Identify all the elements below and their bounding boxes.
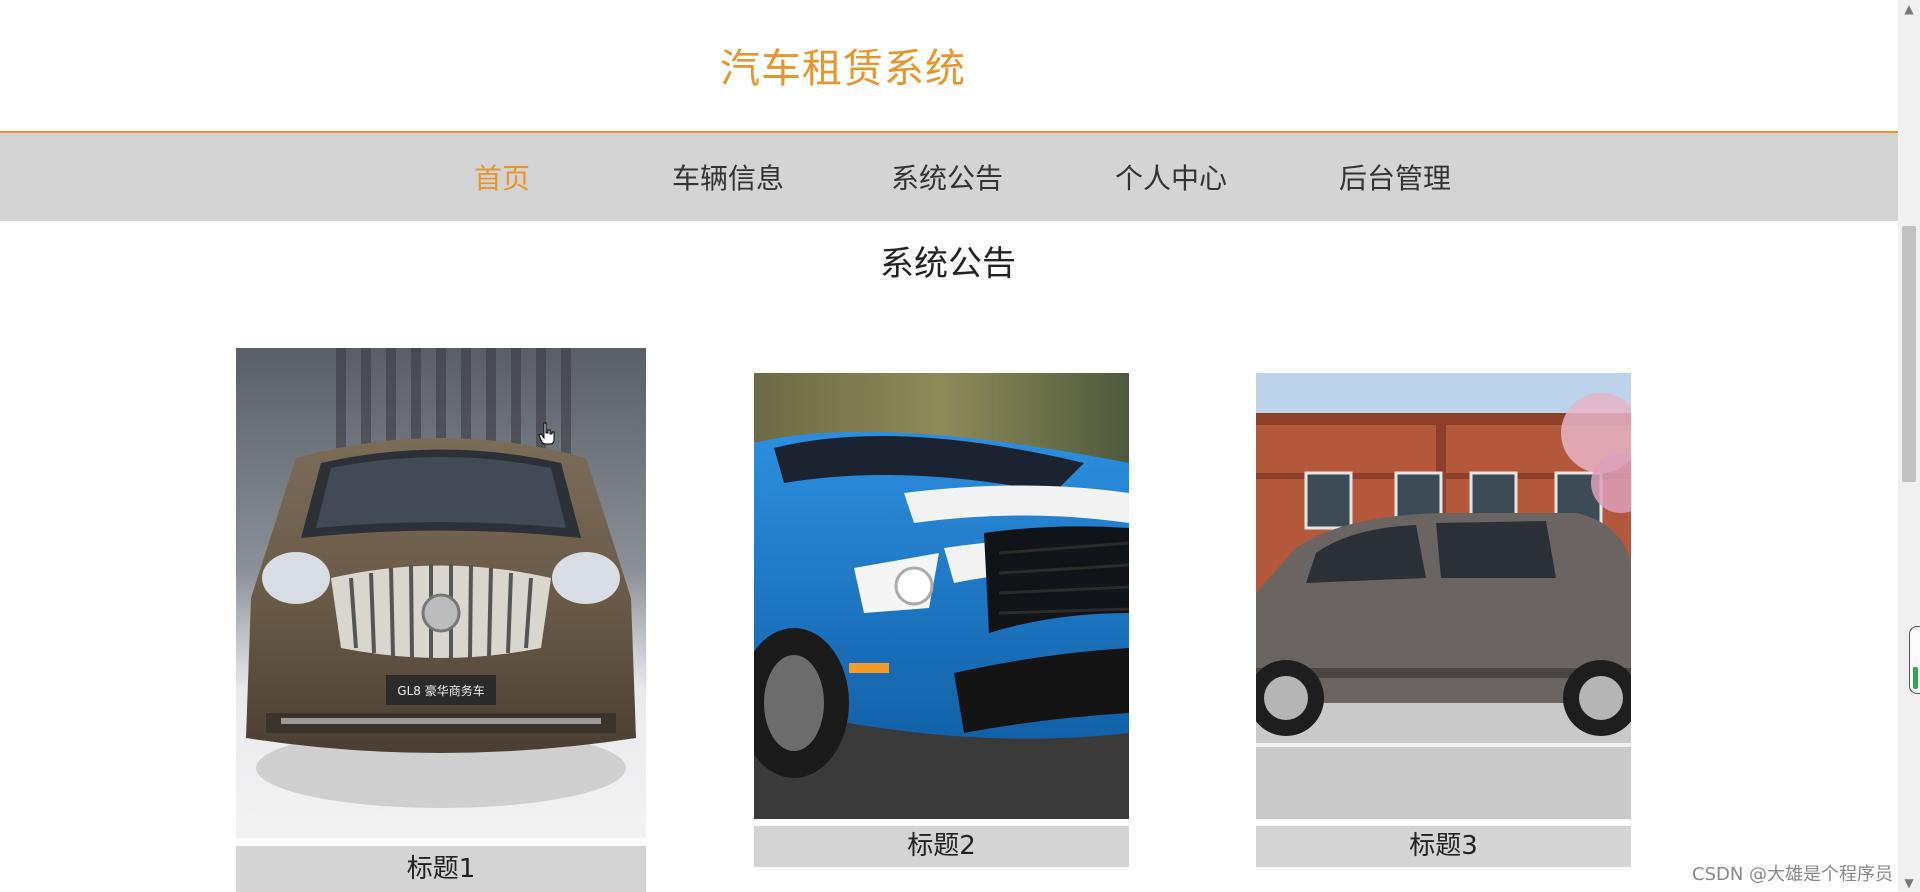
- widget-level-bar: [1913, 667, 1918, 689]
- site-header: 汽车租赁系统: [0, 0, 1898, 133]
- scroll-down-icon[interactable]: ▼: [1898, 874, 1920, 892]
- nav-item-admin[interactable]: 后台管理: [1339, 157, 1451, 197]
- nav-item-announcements[interactable]: 系统公告: [891, 157, 1003, 197]
- card-caption-3[interactable]: 标题3: [1256, 826, 1631, 867]
- card-caption-1[interactable]: 标题1: [236, 846, 646, 892]
- card-caption-2[interactable]: 标题2: [754, 826, 1129, 867]
- card-image-3[interactable]: [1256, 373, 1631, 819]
- grey-minivan-side-image: [1256, 373, 1631, 819]
- nav-item-personal-center[interactable]: 个人中心: [1115, 157, 1227, 197]
- watermark: CSDN @大雄是个程序员: [1692, 864, 1894, 885]
- card-image-1[interactable]: GL8 豪华商务车: [236, 348, 646, 838]
- page: 汽车租赁系统 首页 车辆信息 系统公告 个人中心 后台管理 ▀▀▀▀▀▀▀▀ 系…: [0, 0, 1920, 892]
- scrollbar-thumb[interactable]: [1902, 226, 1916, 482]
- site-title[interactable]: 汽车租赁系统: [720, 36, 966, 94]
- scrolled-heading-fragment: ▀▀▀▀▀▀▀▀: [840, 198, 1080, 222]
- nav-item-vehicle-info[interactable]: 车辆信息: [672, 157, 784, 197]
- side-floating-widget[interactable]: [1909, 626, 1920, 694]
- vertical-scrollbar[interactable]: ▲ ▼: [1898, 0, 1920, 892]
- scroll-up-icon[interactable]: ▲: [1898, 0, 1920, 18]
- hand-cursor-icon: [538, 422, 555, 445]
- nav-item-home[interactable]: 首页: [474, 157, 530, 197]
- section-heading: 系统公告: [880, 244, 1016, 284]
- card-image-2[interactable]: [754, 373, 1129, 819]
- brown-minivan-front-image: GL8 豪华商务车: [236, 348, 646, 838]
- blue-sports-car-image: [754, 373, 1129, 819]
- plate-text: GL8 豪华商务车: [397, 683, 484, 698]
